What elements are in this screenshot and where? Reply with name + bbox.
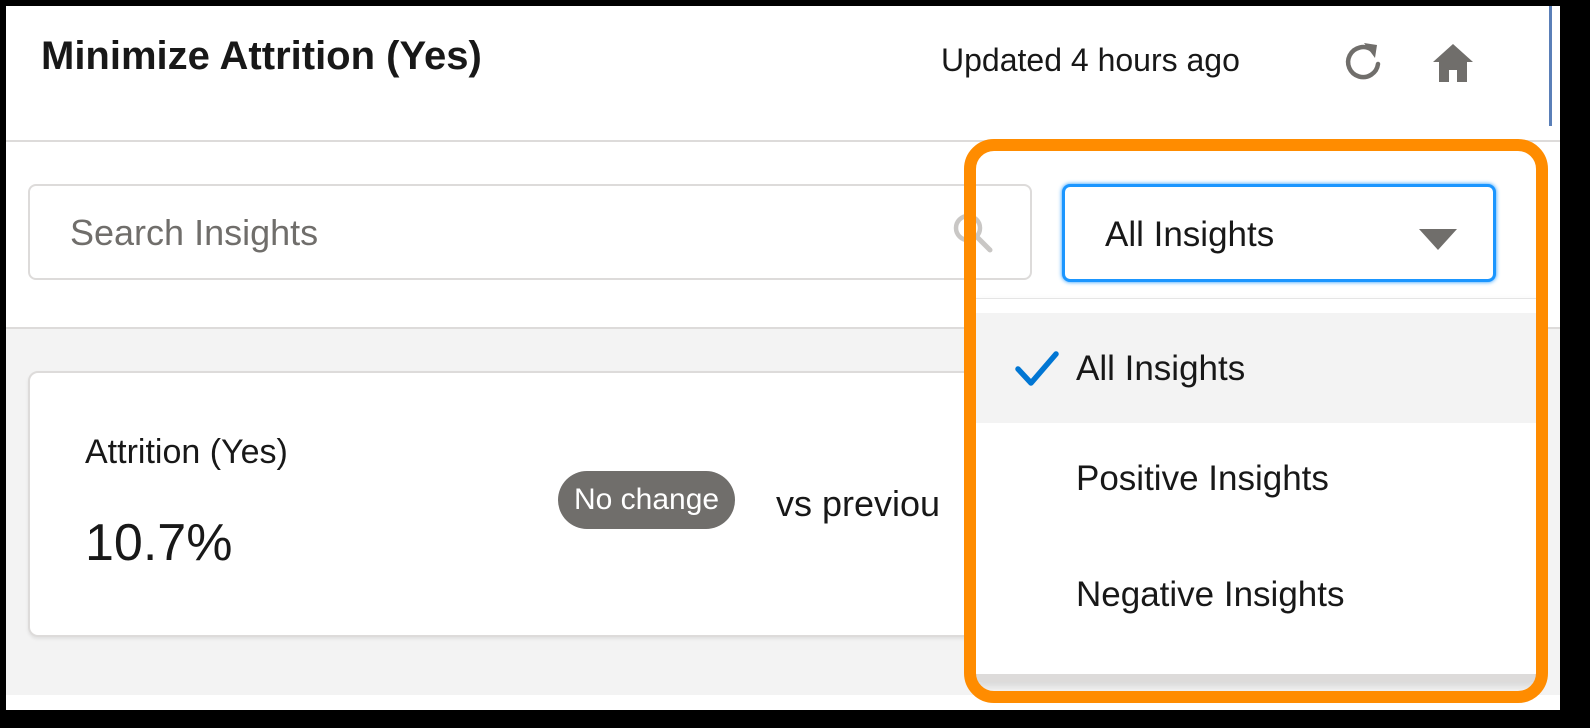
insight-filter-dropdown: All Insights Positive Insights Negative … [976, 298, 1536, 682]
home-button[interactable] [1430, 40, 1476, 86]
check-icon [1015, 351, 1059, 386]
menu-item-positive-insights[interactable]: Positive Insights [976, 423, 1536, 533]
comparison-text: vs previou [776, 483, 941, 524]
menu-item-label: Positive Insights [1076, 459, 1329, 498]
home-icon [1433, 44, 1473, 82]
search-box [28, 184, 1032, 280]
updated-timestamp: Updated 4 hours ago [941, 42, 1240, 78]
page-header: Minimize Attrition (Yes) Updated 4 hours… [6, 6, 1560, 142]
search-icon [953, 213, 993, 253]
menu-item-label: Negative Insights [1076, 575, 1345, 614]
refresh-button[interactable] [1342, 40, 1386, 84]
chevron-down-icon [1419, 229, 1457, 250]
window-edge [1549, 6, 1552, 126]
menu-item-negative-insights[interactable]: Negative Insights [976, 539, 1536, 649]
app-window: Minimize Attrition (Yes) Updated 4 hours… [6, 6, 1560, 710]
metric-label: Attrition (Yes) [85, 433, 288, 471]
menu-item-label: All Insights [1076, 349, 1246, 388]
menu-item-all-insights[interactable]: All Insights [976, 313, 1536, 423]
metric-value: 10.7% [85, 514, 233, 572]
status-badge: No change [558, 471, 736, 529]
refresh-icon [1345, 43, 1381, 80]
page-title: Minimize Attrition (Yes) [41, 34, 482, 78]
insight-filter-value: All Insights [1105, 215, 1275, 254]
search-input[interactable] [32, 188, 972, 278]
insight-filter-select[interactable]: All Insights [1062, 184, 1496, 282]
